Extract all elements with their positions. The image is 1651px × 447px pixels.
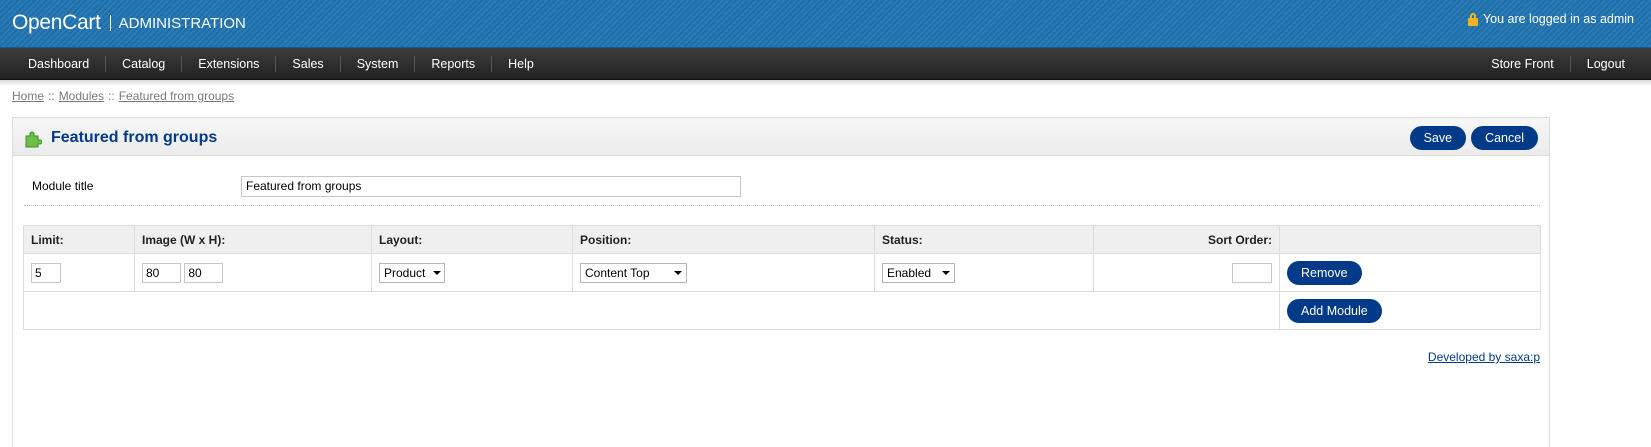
menu-item-label: Help [508, 57, 534, 71]
footer-spacer [23, 291, 1280, 330]
puzzle-piece-icon [25, 131, 42, 148]
heading-buttons: Save Cancel [1409, 126, 1538, 150]
image-width-input[interactable]: 80 [142, 262, 181, 283]
table-header-row: Limit: Image (W x H): Layout: Position: … [23, 225, 1541, 254]
developer-link[interactable]: Developed by saxa:p [1428, 350, 1540, 364]
menu-item-store-front[interactable]: Store Front [1475, 48, 1570, 80]
header-position: Position: [572, 225, 875, 254]
header-limit: Limit: [23, 225, 135, 254]
breadcrumb-separator: :: [108, 89, 115, 103]
menu-item-label: Logout [1586, 57, 1625, 71]
cell-limit: 5 [23, 253, 135, 292]
position-select[interactable]: Content Top [580, 262, 687, 283]
menu-item-label: Sales [292, 57, 324, 71]
chevron-down-icon [433, 270, 442, 275]
menu-item-label: Store Front [1491, 57, 1554, 71]
breadcrumb-home[interactable]: Home [12, 89, 44, 103]
remove-button[interactable]: Remove [1287, 260, 1362, 285]
module-box: Featured from groups Save Cancel Module … [12, 117, 1550, 447]
menu-shadow [0, 80, 1651, 86]
logo-divider [109, 15, 111, 31]
divider [24, 205, 1540, 206]
menu-item-sales[interactable]: Sales [275, 48, 339, 80]
module-title-label: Module title [32, 179, 94, 193]
logo[interactable]: OpenCart ADMINISTRATION [12, 8, 246, 38]
menu-item-extensions[interactable]: Extensions [181, 48, 275, 80]
breadcrumb-current[interactable]: Featured from groups [119, 89, 234, 103]
brand-name: OpenCart [12, 11, 101, 34]
cell-add: Add Module [1279, 291, 1541, 330]
table-footer-row: Add Module [23, 291, 1541, 330]
layout-select-value: Product [384, 265, 426, 280]
page-title: Featured from groups [51, 129, 218, 146]
breadcrumb-modules[interactable]: Modules [59, 89, 104, 103]
save-button[interactable]: Save [1409, 126, 1467, 150]
header-layout: Layout: [371, 225, 573, 254]
login-status-text: You are logged in as admin [1482, 12, 1634, 26]
menu-item-label: Dashboard [28, 57, 90, 71]
menu-item-reports[interactable]: Reports [414, 48, 491, 80]
cell-action: Remove [1279, 253, 1541, 292]
module-table: Limit: Image (W x H): Layout: Position: … [23, 225, 1541, 330]
table-row: 5 80 80 Product Content Top Enabled Remo… [23, 253, 1541, 292]
cell-status: Enabled [874, 253, 1094, 292]
menu-item-catalog[interactable]: Catalog [105, 48, 181, 80]
header-action [1279, 225, 1541, 254]
breadcrumb: Home:: Modules:: Featured from groups [12, 89, 234, 103]
header-sort-order: Sort Order: [1093, 225, 1280, 254]
cell-layout: Product [371, 253, 573, 292]
cell-image: 80 80 [134, 253, 372, 292]
chevron-down-icon [942, 270, 950, 275]
menu-item-logout[interactable]: Logout [1570, 48, 1641, 80]
status-select[interactable]: Enabled [882, 262, 955, 283]
status-select-value: Enabled [887, 265, 932, 280]
layout-select[interactable]: Product [379, 262, 445, 283]
main-menu: Dashboard Catalog Extensions Sales Syste… [0, 48, 1651, 80]
cell-position: Content Top [572, 253, 875, 292]
header-status: Status: [874, 225, 1094, 254]
box-heading: Featured from groups Save Cancel [13, 118, 1549, 156]
menu-item-label: System [356, 57, 399, 71]
login-status: You are logged in as admin [1467, 12, 1634, 26]
sort-order-input[interactable] [1232, 262, 1272, 283]
menu-item-dashboard[interactable]: Dashboard [12, 48, 105, 80]
breadcrumb-separator: :: [48, 89, 55, 103]
header-image: Image (W x H): [134, 225, 372, 254]
header: OpenCart ADMINISTRATION You are logged i… [0, 0, 1651, 48]
lock-icon [1467, 12, 1478, 26]
chevron-down-icon [674, 270, 682, 275]
position-select-value: Content Top [585, 265, 650, 280]
add-module-button[interactable]: Add Module [1287, 298, 1382, 323]
limit-input[interactable]: 5 [31, 262, 61, 283]
menu-item-label: Reports [431, 57, 476, 71]
menu-item-help[interactable]: Help [491, 48, 550, 80]
menu-item-label: Catalog [122, 57, 166, 71]
image-height-input[interactable]: 80 [184, 262, 224, 283]
module-title-input[interactable]: Featured from groups [241, 176, 741, 197]
menu-item-system[interactable]: System [340, 48, 415, 80]
cancel-button[interactable]: Cancel [1471, 126, 1538, 150]
menu-item-label: Extensions [198, 57, 260, 71]
cell-sort-order [1093, 253, 1280, 292]
section-name: ADMINISTRATION [118, 14, 246, 32]
